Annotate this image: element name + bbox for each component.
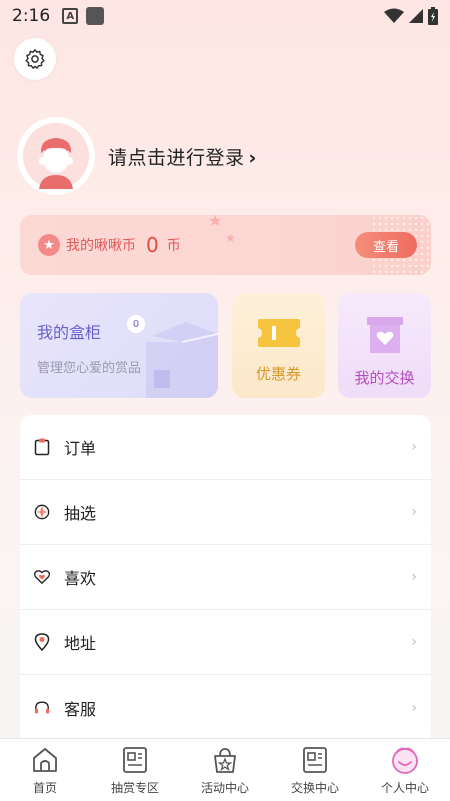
login-prompt[interactable]: 请点击进行登录 › — [108, 143, 257, 170]
profile-icon — [390, 745, 420, 775]
tab-label: 活动中心 — [200, 781, 249, 795]
exchange-icon — [300, 745, 330, 775]
menu-list: 订单 › 抽选 › 喜欢 › 地址 › 客服 › — [20, 415, 431, 745]
coupon-label: 优惠券 — [255, 365, 301, 383]
reward-icon — [120, 745, 150, 775]
menu-item-customer-service[interactable]: 客服 › — [20, 675, 431, 740]
notification-a-icon: A — [62, 8, 79, 24]
gift-box-icon — [366, 317, 403, 353]
coin-value: 0 — [146, 233, 159, 257]
star-decoration-icon: ★ — [208, 215, 223, 230]
menu-item-draw[interactable]: 抽选 › — [20, 480, 431, 545]
wifi-icon — [384, 8, 404, 23]
cabinet-card[interactable]: 我的盒柜 0 管理您心爱的赏品 — [20, 293, 218, 398]
tab-label: 抽赏专区 — [110, 781, 159, 795]
gear-icon — [25, 49, 45, 69]
status-right — [384, 7, 438, 25]
chevron-right-icon: › — [411, 699, 417, 716]
chevron-right-icon: › — [411, 439, 417, 455]
tab-label: 交换中心 — [290, 781, 339, 795]
menu-item-label: 地址 — [64, 634, 97, 653]
bottom-tab-bar: 首页 抽赏专区 活动中心 交换中心 个人中心 — [0, 738, 450, 801]
tab-label: 个人中心 — [380, 781, 429, 795]
menu-item-likes[interactable]: 喜欢 › — [20, 545, 431, 610]
exchange-card[interactable]: 我的交换 — [338, 293, 431, 398]
status-time: 2:16 — [12, 6, 51, 26]
home-icon — [30, 745, 60, 775]
menu-item-label: 抽选 — [64, 504, 97, 523]
order-icon — [34, 438, 50, 456]
avatar[interactable] — [20, 120, 92, 192]
coupon-card[interactable]: 优惠券 — [232, 293, 325, 398]
notification-square-icon — [86, 7, 105, 25]
status-bar: 2:16 A — [0, 0, 450, 32]
menu-item-label: 喜欢 — [64, 569, 97, 588]
tab-activity-center[interactable]: 活动中心 — [180, 739, 270, 801]
tab-profile[interactable]: 个人中心 — [360, 739, 450, 801]
settings-button[interactable] — [14, 38, 56, 80]
exchange-label: 我的交换 — [354, 369, 415, 387]
menu-item-orders[interactable]: 订单 › — [20, 415, 431, 480]
location-icon — [34, 633, 50, 651]
star-decoration-icon: ★ — [225, 231, 236, 245]
signal-icon — [409, 9, 423, 23]
chevron-right-icon: › — [411, 569, 417, 585]
coin-unit: 币 — [166, 238, 181, 254]
coin-card: ★ ★ ★ 我的啾啾币 0 币 查看 — [20, 215, 431, 275]
profile-login[interactable]: 请点击进行登录 › — [20, 120, 257, 192]
menu-item-address[interactable]: 地址 › — [20, 610, 431, 675]
battery-icon — [428, 7, 438, 25]
cabinet-title: 我的盒柜 — [37, 323, 102, 342]
chevron-right-icon: › — [411, 504, 417, 520]
view-coins-button[interactable]: 查看 — [355, 232, 417, 258]
box-icon — [146, 322, 218, 398]
tab-home[interactable]: 首页 — [0, 739, 90, 801]
tab-label: 首页 — [32, 781, 57, 795]
default-avatar-icon — [23, 123, 89, 189]
tab-reward-zone[interactable]: 抽赏专区 — [90, 739, 180, 801]
menu-item-label: 客服 — [64, 699, 97, 719]
coin-icon: ★ — [38, 234, 60, 256]
chevron-right-icon: › — [248, 146, 257, 169]
login-text: 请点击进行登录 — [108, 146, 245, 169]
chevron-right-icon: › — [411, 634, 417, 650]
cabinet-count-badge: 0 — [127, 315, 145, 333]
coin-label: 我的啾啾币 — [66, 238, 136, 254]
headset-icon — [34, 699, 50, 717]
draw-icon — [34, 503, 50, 521]
cabinet-subtitle: 管理您心爱的赏品 — [37, 361, 142, 376]
activity-icon — [210, 745, 240, 775]
tab-exchange-center[interactable]: 交换中心 — [270, 739, 360, 801]
ticket-icon — [257, 319, 300, 347]
menu-item-label: 订单 — [64, 439, 97, 458]
heart-icon — [34, 568, 50, 586]
